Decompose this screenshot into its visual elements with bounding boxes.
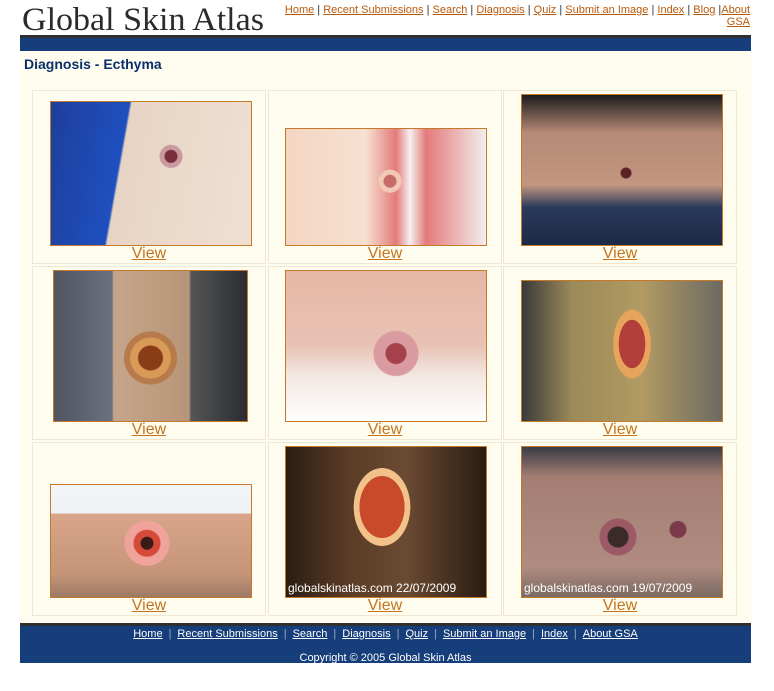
view-link[interactable]: View (33, 245, 265, 263)
nav-blog-link[interactable]: Blog (693, 4, 715, 16)
gallery-cell: View (503, 266, 737, 440)
footer-home-link[interactable]: Home (133, 628, 162, 640)
nav-home-link[interactable]: Home (285, 4, 314, 16)
footer-diagnosis-link[interactable]: Diagnosis (342, 628, 390, 640)
view-link[interactable]: View (269, 597, 501, 615)
thumbnail-image[interactable] (50, 484, 252, 598)
image-watermark: globalskinatlas.com 22/07/2009 (288, 581, 457, 595)
thumbnail-image[interactable] (285, 128, 487, 246)
nav-submit-image-link[interactable]: Submit an Image (565, 4, 648, 16)
nav-quiz-link[interactable]: Quiz (534, 4, 557, 16)
view-link[interactable]: View (269, 421, 501, 439)
thumbnail-image[interactable] (521, 94, 723, 246)
header-bar (20, 38, 751, 51)
nav-about-link[interactable]: About GSA (721, 4, 750, 28)
footer-search-link[interactable]: Search (293, 628, 328, 640)
nav-diagnosis-link[interactable]: Diagnosis (476, 4, 524, 16)
gallery-cell: globalskinatlas.com 19/07/2009 View (503, 442, 737, 616)
gallery-cell: View (268, 90, 502, 264)
view-link[interactable]: View (33, 421, 265, 439)
view-link[interactable]: View (504, 597, 736, 615)
image-watermark: globalskinatlas.com 19/07/2009 (524, 581, 693, 595)
svg-text:Global Skin Atlas: Global Skin Atlas (22, 2, 264, 36)
footer-submit-image-link[interactable]: Submit an Image (443, 628, 526, 640)
thumbnail-image[interactable]: globalskinatlas.com 19/07/2009 (521, 446, 723, 598)
gallery-cell: View (32, 442, 266, 616)
main-content: Diagnosis - Ecthyma View View View View … (20, 51, 751, 623)
gallery-cell: View (503, 90, 737, 264)
gallery-cell: View (268, 266, 502, 440)
view-link[interactable]: View (33, 597, 265, 615)
view-link[interactable]: View (269, 245, 501, 263)
thumbnail-image[interactable]: globalskinatlas.com 22/07/2009 (285, 446, 487, 598)
view-link[interactable]: View (504, 421, 736, 439)
gallery-cell: View (32, 266, 266, 440)
site-logo[interactable]: Global Skin Atlas (20, 0, 270, 36)
footer-about-link[interactable]: About GSA (583, 628, 638, 640)
thumbnail-image[interactable] (53, 270, 248, 422)
thumbnail-image[interactable] (285, 270, 487, 422)
nav-index-link[interactable]: Index (657, 4, 684, 16)
footer: Home | Recent Submissions | Search | Diagnosis… (20, 623, 751, 664)
footer-quiz-link[interactable]: Quiz (405, 628, 428, 640)
copyright-text: Copyright © 2005 Global Skin Atlas (299, 652, 472, 664)
view-link[interactable]: View (504, 245, 736, 263)
top-navigation: Home | Recent Submissions | Search | Dia… (284, 4, 750, 28)
thumbnail-image[interactable] (521, 280, 723, 422)
footer-recent-submissions-link[interactable]: Recent Submissions (177, 628, 277, 640)
footer-index-link[interactable]: Index (541, 628, 568, 640)
nav-search-link[interactable]: Search (433, 4, 468, 16)
footer-navigation: Home | Recent Submissions | Search | Diagnosis… (133, 628, 638, 640)
gallery-cell: View (32, 90, 266, 264)
page-title: Diagnosis - Ecthyma (24, 56, 162, 72)
gallery-cell: globalskinatlas.com 22/07/2009 View (268, 442, 502, 616)
thumbnail-image[interactable] (50, 101, 252, 246)
image-gallery: View View View View View View View globa… (32, 90, 739, 620)
nav-recent-submissions-link[interactable]: Recent Submissions (323, 4, 423, 16)
